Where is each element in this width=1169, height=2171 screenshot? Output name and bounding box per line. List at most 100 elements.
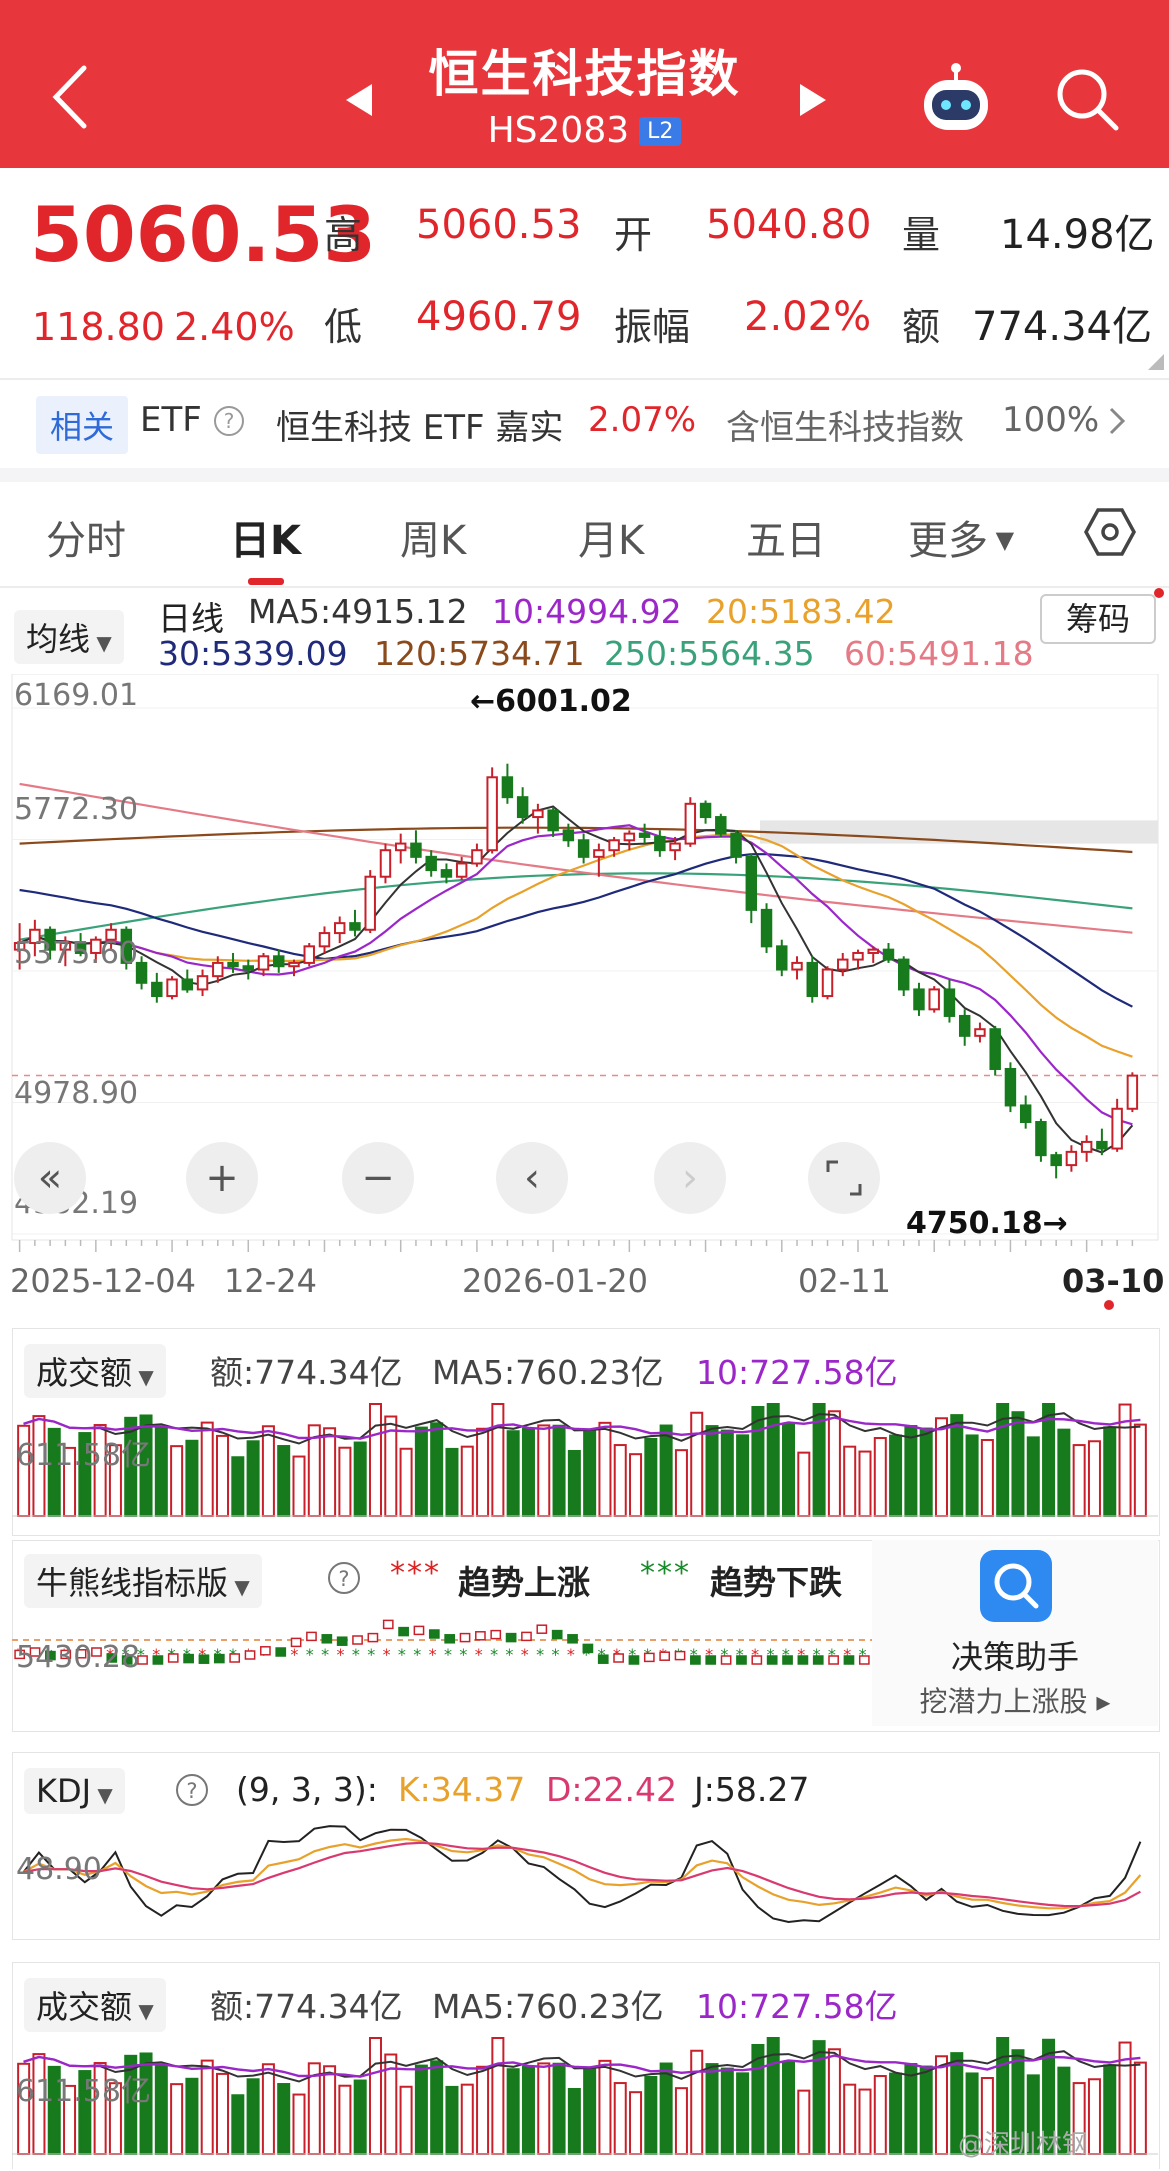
turnover-bar-up (1133, 2061, 1147, 2155)
turnover-selector-2[interactable]: 成交额 ▼ (24, 1978, 166, 2032)
help-icon[interactable]: ? (212, 404, 246, 442)
ma10-value: 10:4994.92 (492, 592, 682, 631)
bull-bear-candle (797, 1655, 809, 1665)
turnover-bar-up (216, 2072, 230, 2155)
turnover-bar-up (261, 1425, 275, 1517)
search-icon[interactable] (1052, 64, 1122, 138)
turnover-bar-up (598, 2059, 612, 2156)
turnover-bar-up (537, 2062, 551, 2156)
caret-down-icon: ▼ (988, 526, 1015, 554)
turnover-bar-down (1011, 1411, 1025, 1517)
turnover-bar-up (491, 1403, 505, 1517)
kdj-d: D:22.42 (546, 1770, 678, 1809)
zoom-out-button[interactable]: − (342, 1142, 414, 1214)
etf-name[interactable]: 恒生科技 ETF 嘉实 (276, 400, 563, 449)
turnover-bar-down (720, 1429, 734, 1517)
y-label-3: 5375.60 (14, 936, 139, 971)
kdj-selector[interactable]: KDJ ▼ (24, 1768, 125, 1814)
open-label: 开 (614, 213, 653, 257)
turnover2-ma5: MA5:760.23亿 (432, 1987, 664, 2026)
kdj-chart[interactable] (12, 1814, 1158, 1932)
turnover-bar-down (583, 1428, 597, 1518)
turnover-bar-down (1103, 2064, 1117, 2156)
turnover-selector[interactable]: 成交额 ▼ (24, 1344, 166, 1398)
help-icon[interactable]: ? (174, 1772, 210, 1812)
turnover-amount: 额:774.34亿 (210, 1353, 403, 1392)
candle-up (455, 856, 468, 881)
candle-down (273, 949, 285, 973)
candle-up (1080, 1135, 1093, 1162)
candle-down (806, 956, 818, 1003)
down-trend-legend: 趋势下跌 (710, 1563, 842, 1602)
candle-up (1111, 1098, 1123, 1152)
turnover-bar-up (323, 1427, 337, 1517)
bull-bear-candle (398, 1626, 409, 1637)
candle-up (684, 797, 697, 847)
fullscreen-button[interactable] (808, 1142, 880, 1214)
bull-bear-candle (183, 1653, 194, 1664)
candle-up (318, 926, 331, 953)
bull-bear-candle (843, 1655, 855, 1665)
ma5-value: MA5:4915.12 (248, 592, 468, 631)
chevron-right-icon[interactable] (1108, 406, 1126, 440)
bull-bear-candle (812, 1655, 824, 1665)
settings-hexagon-icon[interactable] (1084, 506, 1136, 562)
expand-corner-icon[interactable] (1148, 354, 1164, 374)
bull-bear-chart[interactable]: ****************************************… (12, 1600, 872, 1710)
bull-bear-candle (290, 1637, 302, 1648)
bull-bear-candle (198, 1654, 210, 1664)
zoom-out-all-button[interactable]: « (14, 1142, 86, 1214)
turnover-bar-down (659, 2062, 673, 2155)
turnover-bar-up (338, 2084, 352, 2155)
caret-down-icon: ▼ (91, 1783, 113, 1807)
down-legend-dots: *** (640, 1556, 691, 1591)
tab-five-day[interactable]: 五日 (746, 508, 826, 566)
bull-bear-candle (505, 1632, 517, 1643)
bull-bear-candle (382, 1619, 394, 1630)
turnover2-amount: 额:774.34亿 (210, 1987, 403, 2026)
turnover-bar-up (858, 1450, 872, 1517)
bull-bear-candle (613, 1653, 624, 1663)
candle-up (334, 916, 346, 944)
bull-bear-candle (567, 1634, 578, 1644)
zoom-in-button[interactable]: + (186, 1142, 258, 1214)
turnover-bar-down (246, 2078, 260, 2155)
chip-distribution-button[interactable]: 筹码 (1040, 594, 1156, 644)
turnover-bar-down (782, 2060, 796, 2155)
trend-marker: * (413, 1645, 421, 1664)
turnover-bar-up (843, 1445, 857, 1517)
turnover-bar-down (950, 1414, 964, 1518)
bull-bear-candle (766, 1655, 778, 1665)
tab-more[interactable]: 更多 ▼ (908, 508, 1014, 566)
candle-up (867, 946, 879, 963)
scroll-left-button[interactable]: ‹ (496, 1142, 568, 1214)
bull-bear-candle (413, 1625, 425, 1636)
turnover-chart[interactable] (12, 1400, 1158, 1522)
candle-down (501, 763, 514, 804)
turnover-bar-up (797, 1451, 811, 1517)
tab-monthly-k[interactable]: 月K (578, 508, 644, 566)
candle-up (791, 956, 803, 980)
turnover-bar-up (797, 2089, 811, 2155)
bull-bear-candle (521, 1631, 532, 1642)
candle-up (837, 952, 849, 977)
turnover-bar-up (338, 1446, 352, 1517)
notification-dot (1154, 588, 1164, 598)
trend-marker: * (505, 1645, 513, 1664)
low-label: 低 (324, 305, 363, 349)
turnover-bar-up (934, 2055, 948, 2156)
ma60-value: 60:5491.18 (844, 634, 1034, 673)
robot-assistant-icon[interactable] (918, 60, 994, 140)
ma-selector[interactable]: 均线 ▼ (14, 610, 124, 664)
amplitude-label: 振幅 (614, 305, 691, 349)
turnover-bar-up (292, 1455, 306, 1517)
tab-daily-k[interactable]: 日K (230, 508, 301, 566)
turnover-bar-down (246, 1440, 260, 1517)
tab-weekly-k[interactable]: 周K (400, 508, 466, 566)
help-icon[interactable]: ? (326, 1560, 362, 1600)
kdj-k-line (23, 1837, 1142, 1910)
scroll-right-button[interactable]: › (654, 1142, 726, 1214)
trend-marker: * (536, 1645, 544, 1664)
tab-timeshare[interactable]: 分时 (46, 508, 126, 566)
candle-up (364, 870, 376, 934)
